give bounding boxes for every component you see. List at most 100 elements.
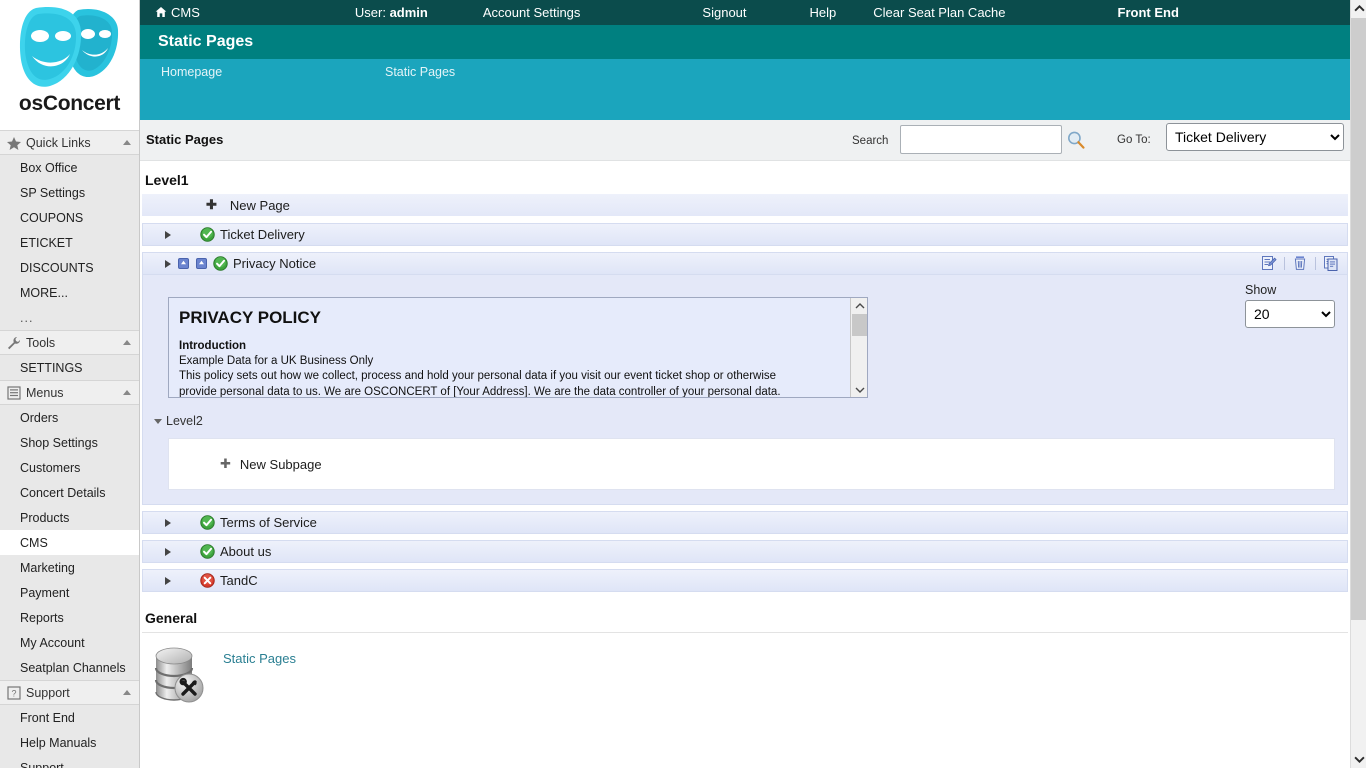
page-content-editor[interactable]: PRIVACY POLICY Introduction Example Data… bbox=[168, 297, 868, 398]
sidebar-group-label: Tools bbox=[26, 336, 123, 350]
trash-icon[interactable] bbox=[1292, 255, 1308, 271]
plus-icon: ✚ bbox=[206, 197, 217, 213]
move-down-icon[interactable] bbox=[196, 258, 207, 269]
expand-triangle-icon[interactable] bbox=[165, 519, 171, 527]
sidebar-item-help-manuals[interactable]: Help Manuals bbox=[0, 730, 139, 755]
editor-line: provide personal data to us. We are OSCO… bbox=[179, 385, 843, 398]
scroll-down-icon[interactable] bbox=[851, 382, 868, 397]
chevron-down-glyph bbox=[855, 386, 865, 394]
sidebar-item-seatplan-channels[interactable]: Seatplan Channels bbox=[0, 655, 139, 680]
general-item-link[interactable]: Static Pages bbox=[223, 651, 296, 666]
page-title: Static Pages bbox=[158, 33, 253, 51]
table-row[interactable]: TandC bbox=[142, 569, 1348, 592]
expand-triangle-icon[interactable] bbox=[165, 231, 171, 239]
sidebar-group-support[interactable]: ? Support bbox=[0, 680, 139, 705]
show-select[interactable]: 20 bbox=[1245, 300, 1335, 328]
search-input[interactable] bbox=[900, 125, 1062, 154]
sidebar-item-box-office[interactable]: Box Office bbox=[0, 155, 139, 180]
sidebar-item-settings[interactable]: SETTINGS bbox=[0, 355, 139, 380]
scroll-thumb[interactable] bbox=[1351, 18, 1366, 620]
editor-scrollbar[interactable] bbox=[850, 298, 867, 397]
topnav-front-end[interactable]: Front End bbox=[1118, 5, 1179, 20]
sidebar-item-more[interactable]: MORE... bbox=[0, 280, 139, 305]
new-subpage-label: New Subpage bbox=[240, 457, 322, 472]
row-actions bbox=[1261, 255, 1339, 271]
topnav-signout[interactable]: Signout bbox=[702, 5, 746, 20]
brand-logo[interactable]: osConcert bbox=[0, 0, 139, 130]
expand-triangle-icon[interactable] bbox=[165, 548, 171, 556]
sidebar-item-ellipsis[interactable]: ... bbox=[0, 305, 139, 330]
sidebar-item-cms[interactable]: CMS bbox=[0, 530, 139, 555]
topnav-clear-seat-plan-cache[interactable]: Clear Seat Plan Cache bbox=[873, 5, 1005, 20]
chevron-up-glyph bbox=[855, 302, 865, 310]
row-label: Ticket Delivery bbox=[220, 227, 305, 242]
database-tools-icon bbox=[152, 643, 212, 705]
table-row[interactable]: About us bbox=[142, 540, 1348, 563]
spacer bbox=[143, 490, 1347, 504]
table-row[interactable]: Terms of Service bbox=[142, 511, 1348, 534]
sidebar-item-coupons[interactable]: COUPONS bbox=[0, 205, 139, 230]
row-label: About us bbox=[220, 544, 271, 559]
level1-title: Level1 bbox=[145, 172, 1350, 188]
expand-triangle-icon[interactable] bbox=[165, 577, 171, 585]
top-navigation: CMS User: admin Account Settings Signout… bbox=[140, 0, 1350, 25]
copy-icon[interactable] bbox=[1323, 255, 1339, 271]
green-check-icon bbox=[200, 515, 215, 530]
topnav-account-settings[interactable]: Account Settings bbox=[483, 5, 581, 20]
goto-select[interactable]: Ticket Delivery bbox=[1166, 123, 1344, 151]
sidebar-item-sp-settings[interactable]: SP Settings bbox=[0, 180, 139, 205]
new-subpage-row[interactable]: ✚ New Subpage bbox=[168, 438, 1335, 490]
breadcrumb-homepage[interactable]: Homepage bbox=[161, 65, 222, 79]
table-row[interactable]: Privacy Notice bbox=[142, 252, 1348, 275]
table-row[interactable]: Ticket Delivery bbox=[142, 223, 1348, 246]
sidebar-group-menus[interactable]: Menus bbox=[0, 380, 139, 405]
green-check-icon bbox=[213, 256, 228, 271]
chevron-up-icon[interactable] bbox=[123, 390, 131, 395]
level2-toggle[interactable]: Level2 bbox=[154, 414, 1347, 428]
action-divider bbox=[1315, 257, 1316, 270]
sidebar-group-quick-links[interactable]: Quick Links bbox=[0, 130, 139, 155]
chevron-up-icon[interactable] bbox=[123, 140, 131, 145]
wrench-icon bbox=[6, 336, 22, 350]
sidebar-item-support[interactable]: Support bbox=[0, 755, 139, 768]
sidebar-item-discounts[interactable]: DISCOUNTS bbox=[0, 255, 139, 280]
chevron-up-icon[interactable] bbox=[123, 690, 131, 695]
editor-heading: PRIVACY POLICY bbox=[179, 308, 843, 328]
topnav-help[interactable]: Help bbox=[810, 5, 837, 20]
sidebar-item-payment[interactable]: Payment bbox=[0, 580, 139, 605]
sidebar-item-my-account[interactable]: My Account bbox=[0, 630, 139, 655]
action-divider bbox=[1284, 257, 1285, 270]
sidebar-item-front-end[interactable]: Front End bbox=[0, 705, 139, 730]
edit-icon[interactable] bbox=[1261, 255, 1277, 271]
general-title: General bbox=[145, 610, 1350, 626]
sidebar-item-shop-settings[interactable]: Shop Settings bbox=[0, 430, 139, 455]
level2-title: Level2 bbox=[166, 414, 203, 428]
sidebar-item-orders[interactable]: Orders bbox=[0, 405, 139, 430]
scroll-up-icon[interactable] bbox=[851, 298, 868, 313]
search-button[interactable] bbox=[1066, 130, 1086, 150]
app-root: osConcert Quick Links Box Office SP Sett… bbox=[0, 0, 1366, 768]
sidebar-item-concert-details[interactable]: Concert Details bbox=[0, 480, 139, 505]
sidebar-item-eticket[interactable]: ETICKET bbox=[0, 230, 139, 255]
sidebar-item-reports[interactable]: Reports bbox=[0, 605, 139, 630]
sidebar-item-customers[interactable]: Customers bbox=[0, 455, 139, 480]
chevron-up-icon bbox=[1354, 4, 1365, 13]
sidebar-item-marketing[interactable]: Marketing bbox=[0, 555, 139, 580]
general-item-static-pages[interactable]: Static Pages bbox=[152, 643, 1350, 705]
topnav-cms[interactable]: CMS bbox=[155, 5, 200, 20]
topnav-username: admin bbox=[390, 5, 428, 20]
sidebar-group-tools[interactable]: Tools bbox=[0, 330, 139, 355]
goto-label: Go To: bbox=[1117, 134, 1151, 146]
move-up-icon[interactable] bbox=[178, 258, 189, 269]
new-page-row[interactable]: ✚ New Page bbox=[142, 194, 1348, 216]
breadcrumb-static-pages[interactable]: Static Pages bbox=[385, 65, 455, 79]
expand-triangle-icon[interactable] bbox=[165, 260, 171, 268]
sidebar-item-products[interactable]: Products bbox=[0, 505, 139, 530]
chevron-up-icon[interactable] bbox=[123, 340, 131, 345]
breadcrumb: Homepage Static Pages bbox=[140, 59, 1350, 120]
scroll-down-button[interactable] bbox=[1351, 751, 1366, 768]
editor-line: This policy sets out how we collect, pro… bbox=[179, 369, 843, 385]
page-scrollbar[interactable] bbox=[1350, 0, 1366, 768]
scroll-up-button[interactable] bbox=[1351, 0, 1366, 17]
scroll-thumb[interactable] bbox=[852, 314, 867, 336]
